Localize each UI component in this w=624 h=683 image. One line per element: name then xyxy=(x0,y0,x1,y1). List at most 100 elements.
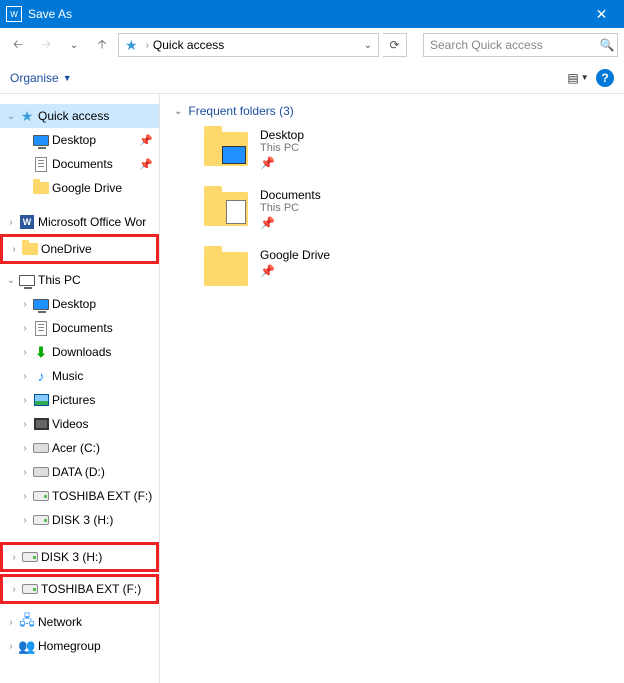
path-segment[interactable]: Quick access xyxy=(153,38,360,52)
sidebar-label: Desktop xyxy=(50,297,96,311)
sidebar-item-pc-documents[interactable]: › Documents xyxy=(0,316,159,340)
sidebar-label: TOSHIBA EXT (F:) xyxy=(50,489,152,503)
quick-access-icon: ★ xyxy=(125,37,138,54)
sidebar-item-desktop[interactable]: Desktop 📌 xyxy=(0,128,159,152)
expand-icon[interactable]: › xyxy=(4,217,18,228)
drive-icon xyxy=(21,552,39,562)
sidebar-item-pc-videos[interactable]: › Videos xyxy=(0,412,159,436)
sidebar-item-documents[interactable]: Documents 📌 xyxy=(0,152,159,176)
refresh-button[interactable]: ⟳ xyxy=(383,33,407,57)
forward-button[interactable]: 🡢 xyxy=(34,33,58,57)
star-icon: ★ xyxy=(18,108,36,125)
pin-icon: 📌 xyxy=(260,216,321,230)
expand-icon[interactable]: › xyxy=(18,395,32,406)
search-icon[interactable]: 🔍 xyxy=(596,33,618,57)
expand-icon[interactable]: › xyxy=(18,443,32,454)
frequent-folders-list: Desktop This PC 📌 Documents This PC 📌 Go… xyxy=(174,128,610,286)
sidebar-item-ms-office[interactable]: › W Microsoft Office Wor xyxy=(0,210,159,234)
toolbar: Organise ▼ ▤ ▼ ? xyxy=(0,62,624,94)
close-button[interactable]: ✕ xyxy=(579,0,624,28)
view-options-button[interactable]: ▤ ▼ xyxy=(564,66,592,90)
sidebar-item-disk3-top[interactable]: › DISK 3 (H:) xyxy=(3,545,156,569)
sidebar-label: Desktop xyxy=(50,133,96,147)
disk-icon xyxy=(32,443,50,453)
pin-icon: 📌 xyxy=(260,156,304,170)
sidebar-item-pc-pictures[interactable]: › Pictures xyxy=(0,388,159,412)
address-bar[interactable]: ★ › Quick access ⌄ xyxy=(118,33,379,57)
sidebar-item-homegroup[interactable]: › 👥 Homegroup xyxy=(0,634,159,658)
sidebar-label: DISK 3 (H:) xyxy=(39,550,102,564)
expand-icon[interactable]: › xyxy=(18,347,32,358)
sidebar-label: Acer (C:) xyxy=(50,441,100,455)
expand-icon[interactable]: › xyxy=(18,515,32,526)
search-input[interactable] xyxy=(423,33,618,57)
help-button[interactable]: ? xyxy=(596,69,614,87)
expand-icon[interactable]: › xyxy=(7,552,21,563)
expand-icon[interactable]: › xyxy=(18,323,32,334)
back-button[interactable]: 🡠 xyxy=(6,33,30,57)
sidebar-item-drive-f[interactable]: › TOSHIBA EXT (F:) xyxy=(0,484,159,508)
highlight-onedrive: › OneDrive xyxy=(0,234,159,264)
folder-location: This PC xyxy=(260,202,321,214)
music-icon: ♪ xyxy=(32,368,50,384)
download-icon: ⬇ xyxy=(32,344,50,361)
expand-icon[interactable]: › xyxy=(18,419,32,430)
sidebar-label: This PC xyxy=(36,273,81,287)
expand-icon[interactable]: › xyxy=(18,491,32,502)
chevron-down-icon[interactable]: ⌄ xyxy=(174,106,182,117)
section-title: Frequent folders (3) xyxy=(188,104,293,118)
homegroup-icon: 👥 xyxy=(18,638,36,655)
content-area: ⌄ ★ Quick access Desktop 📌 Documents 📌 G… xyxy=(0,94,624,683)
titlebar: W Save As ✕ xyxy=(0,0,624,28)
sidebar-item-pc-downloads[interactable]: › ⬇ Downloads xyxy=(0,340,159,364)
picture-icon xyxy=(32,394,50,406)
path-dropdown-icon[interactable]: ⌄ xyxy=(360,40,376,51)
sidebar-item-this-pc[interactable]: ⌄ This PC xyxy=(0,268,159,292)
up-button[interactable]: 🡡 xyxy=(90,33,114,57)
sidebar-item-network[interactable]: › 🖧 Network xyxy=(0,610,159,634)
collapse-icon[interactable]: ⌄ xyxy=(4,111,18,122)
sidebar-label: Downloads xyxy=(50,345,111,359)
sidebar-label: Microsoft Office Wor xyxy=(36,215,146,229)
sidebar-item-quick-access[interactable]: ⌄ ★ Quick access xyxy=(0,104,159,128)
expand-icon[interactable]: › xyxy=(18,371,32,382)
sidebar-item-pc-music[interactable]: › ♪ Music xyxy=(0,364,159,388)
folder-icon xyxy=(204,132,248,166)
recent-locations-button[interactable]: ⌄ xyxy=(62,33,86,57)
sidebar-item-toshiba-top[interactable]: › TOSHIBA EXT (F:) xyxy=(3,577,156,601)
collapse-icon[interactable]: ⌄ xyxy=(4,275,18,286)
sidebar-item-drive-c[interactable]: › Acer (C:) xyxy=(0,436,159,460)
sidebar: ⌄ ★ Quick access Desktop 📌 Documents 📌 G… xyxy=(0,94,160,683)
folder-item-desktop[interactable]: Desktop This PC 📌 xyxy=(204,128,610,170)
expand-icon[interactable]: › xyxy=(18,299,32,310)
folder-icon xyxy=(204,192,248,226)
section-header[interactable]: ⌄ Frequent folders (3) xyxy=(174,104,610,118)
app-icon: W xyxy=(6,6,22,22)
folder-item-documents[interactable]: Documents This PC 📌 xyxy=(204,188,610,230)
organise-menu[interactable]: Organise ▼ xyxy=(10,71,72,85)
sidebar-item-pc-desktop[interactable]: › Desktop xyxy=(0,292,159,316)
video-icon xyxy=(32,418,50,430)
sidebar-label: DATA (D:) xyxy=(50,465,105,479)
folder-item-google-drive[interactable]: Google Drive 📌 xyxy=(204,248,610,286)
expand-icon[interactable]: › xyxy=(7,244,21,255)
sidebar-label: Pictures xyxy=(50,393,95,407)
sidebar-label: OneDrive xyxy=(39,242,92,256)
sidebar-item-drive-h[interactable]: › DISK 3 (H:) xyxy=(0,508,159,532)
folder-name: Desktop xyxy=(260,128,304,142)
expand-icon[interactable]: › xyxy=(7,584,21,595)
expand-icon[interactable]: › xyxy=(18,467,32,478)
folder-icon xyxy=(204,252,248,286)
this-pc-icon xyxy=(18,275,36,286)
expand-icon[interactable]: › xyxy=(4,617,18,628)
sidebar-item-drive-d[interactable]: › DATA (D:) xyxy=(0,460,159,484)
pin-icon: 📌 xyxy=(139,158,153,171)
drive-icon xyxy=(32,515,50,525)
highlight-disk3: › DISK 3 (H:) xyxy=(0,542,159,572)
sidebar-label: DISK 3 (H:) xyxy=(50,513,113,527)
chevron-right-icon[interactable]: › xyxy=(142,40,153,51)
sidebar-item-onedrive[interactable]: › OneDrive xyxy=(3,237,156,261)
sidebar-item-google-drive[interactable]: Google Drive xyxy=(0,176,159,200)
folder-name: Google Drive xyxy=(260,248,330,262)
expand-icon[interactable]: › xyxy=(4,641,18,652)
